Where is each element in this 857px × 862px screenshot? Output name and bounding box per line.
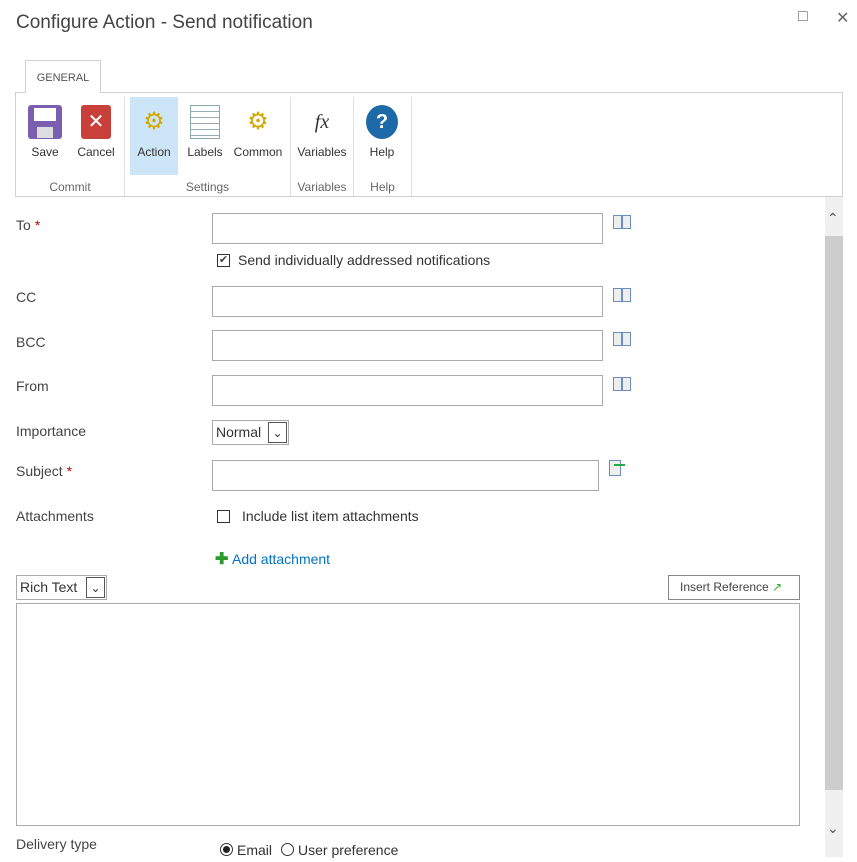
cc-input[interactable] — [212, 286, 603, 317]
importance-label: Importance — [16, 423, 87, 439]
plus-icon: ✚ — [215, 551, 229, 568]
chevron-down-icon: ⌄ — [86, 577, 105, 598]
labels-button[interactable]: Labels — [183, 97, 227, 175]
scroll-down-icon[interactable]: ⌄ — [827, 820, 839, 837]
bcc-label: BCC — [16, 334, 46, 350]
group-variables: Variables — [297, 180, 347, 194]
to-input[interactable] — [212, 213, 603, 244]
subject-input[interactable] — [212, 460, 599, 491]
attachments-label: Attachments — [16, 508, 94, 524]
delivery-type-label: Delivery type — [16, 836, 97, 852]
group-settings: Settings — [185, 180, 230, 194]
common-button[interactable]: ⚙ Common — [231, 97, 285, 175]
message-body-editor[interactable] — [16, 603, 800, 826]
cancel-button[interactable]: ✕ Cancel — [74, 97, 118, 175]
email-radio-label: Email — [237, 842, 273, 858]
scroll-up-icon[interactable]: ⌃ — [827, 210, 839, 227]
dialog-title: Configure Action - Send notification — [16, 12, 313, 33]
group-help: Help — [370, 180, 395, 194]
send-individually-checkbox[interactable]: ✔ — [217, 254, 230, 267]
from-input[interactable] — [212, 375, 603, 406]
body-format-select[interactable]: Rich Text ⌄ — [16, 575, 107, 600]
arrow-icon: ↗ — [772, 580, 783, 594]
address-book-icon[interactable] — [613, 288, 631, 302]
address-book-icon[interactable] — [613, 332, 631, 346]
send-individually-label: Send individually addressed notification… — [238, 252, 491, 268]
help-button[interactable]: ? Help — [362, 97, 402, 175]
common-gear-icon: ⚙ — [247, 108, 269, 135]
help-icon: ? — [366, 105, 398, 139]
to-label: To * — [16, 217, 41, 233]
insert-reference-icon[interactable] — [609, 460, 625, 476]
save-icon — [28, 105, 62, 139]
variables-button[interactable]: fx Variables — [295, 97, 349, 175]
cc-label: CC — [16, 289, 37, 305]
scrollbar-thumb[interactable] — [825, 236, 843, 790]
user-preference-radio-label: User preference — [298, 842, 399, 858]
add-attachment-link[interactable]: Add attachment — [232, 551, 330, 567]
chevron-down-icon: ⌄ — [268, 422, 287, 443]
action-button[interactable]: ⚙ Action — [130, 97, 178, 175]
variables-fx-icon: fx — [314, 111, 330, 133]
importance-select[interactable]: Normal ⌄ — [212, 420, 289, 445]
save-button[interactable]: Save — [25, 97, 65, 175]
user-preference-radio[interactable] — [281, 843, 294, 856]
tab-general[interactable]: GENERAL — [25, 60, 101, 93]
maximize-icon[interactable]: □ — [798, 8, 808, 26]
include-attachments-checkbox[interactable] — [217, 510, 230, 523]
bcc-input[interactable] — [212, 330, 603, 361]
close-icon[interactable]: ✕ — [836, 8, 849, 28]
subject-label: Subject * — [16, 463, 73, 479]
include-attachments-label: Include list item attachments — [242, 508, 419, 524]
from-label: From — [16, 378, 49, 394]
cancel-icon: ✕ — [81, 105, 111, 139]
group-commit: Commit — [49, 180, 91, 194]
address-book-icon[interactable] — [613, 377, 631, 391]
labels-icon — [190, 105, 220, 139]
email-radio[interactable] — [220, 843, 233, 856]
address-book-icon[interactable] — [613, 215, 631, 229]
action-gear-icon: ⚙ — [143, 108, 165, 135]
insert-reference-button[interactable]: Insert Reference ↗ — [668, 575, 800, 600]
